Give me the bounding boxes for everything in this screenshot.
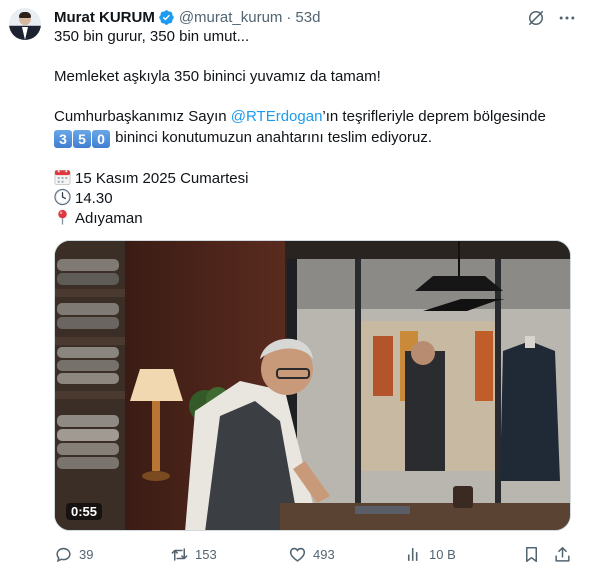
share-icon: [555, 546, 570, 562]
video-duration: 0:55: [66, 503, 103, 520]
video-player[interactable]: 0:55: [54, 240, 571, 531]
bookmark-button[interactable]: [522, 543, 547, 565]
reply-button[interactable]: 39: [54, 543, 93, 565]
grok-icon[interactable]: [526, 8, 546, 28]
reply-icon: [56, 547, 71, 562]
more-options-icon[interactable]: [557, 8, 577, 28]
bookmark-icon: [525, 546, 538, 562]
separator-dot: ·: [286, 8, 292, 26]
tweet-card[interactable]: Murat KURUM @murat_kurum · 53d 350 bin g…: [0, 0, 591, 574]
author-handle[interactable]: @murat_kurum: [179, 9, 283, 26]
like-count: 493: [313, 546, 335, 562]
views-button[interactable]: 10 B: [404, 543, 456, 565]
views-count: 10 B: [429, 546, 456, 562]
action-bar: 39 153 493 10 B: [54, 543, 579, 565]
keycap-5-emoji: 5: [73, 130, 91, 148]
tweet-header: Murat KURUM @murat_kurum · 53d: [54, 7, 320, 27]
timestamp[interactable]: 53d: [295, 9, 320, 26]
reply-count: 39: [79, 546, 94, 562]
tweet-line-2: Memleket aşkıyla 350 bininci yuvamız da …: [54, 68, 381, 85]
share-button[interactable]: [553, 543, 578, 565]
keycap-3-emoji: 3: [54, 130, 72, 148]
event-time: 14.30: [75, 190, 113, 207]
round-pushpin-icon: [58, 209, 67, 225]
avatar[interactable]: [9, 8, 41, 40]
clock-icon: [54, 188, 71, 206]
calendar-icon: [54, 169, 71, 186]
tweet-line-3-post: ’ın teşrifleriyle deprem bölgesinde: [322, 108, 546, 125]
verified-badge-icon: [159, 9, 174, 25]
tweet-line-4-post: bininci konutumuzun anahtarını teslim ed…: [111, 129, 433, 146]
tweet-line-3-pre: Cumhurbaşkanımız Sayın: [54, 108, 231, 125]
repost-count: 153: [195, 546, 217, 562]
event-date: 15 Kasım 2025 Cumartesi: [75, 170, 249, 187]
time-line: 14.30: [54, 188, 574, 209]
event-place: Adıyaman: [75, 210, 143, 227]
repost-icon: [171, 547, 188, 561]
repost-button[interactable]: 153: [170, 543, 217, 565]
tweet-line-1: 350 bin gurur, 350 bin umut...: [54, 28, 250, 45]
keycap-0-emoji: 0: [92, 130, 110, 148]
place-line: Adıyaman: [54, 208, 574, 229]
like-button[interactable]: 493: [288, 543, 335, 565]
author-name[interactable]: Murat KURUM: [54, 9, 155, 26]
tweet-line-3: Cumhurbaşkanımız Sayın @RTErdogan’ın teş…: [54, 107, 574, 127]
views-chart-icon: [407, 547, 418, 561]
video-thumbnail: [55, 241, 570, 530]
mention-link[interactable]: @RTErdogan: [231, 108, 323, 125]
tweet-line-4: 350 bininci konutumuzun anahtarını tesli…: [54, 128, 574, 148]
date-line: 15 Kasım 2025 Cumartesi: [54, 168, 574, 189]
heart-icon: [289, 547, 306, 562]
